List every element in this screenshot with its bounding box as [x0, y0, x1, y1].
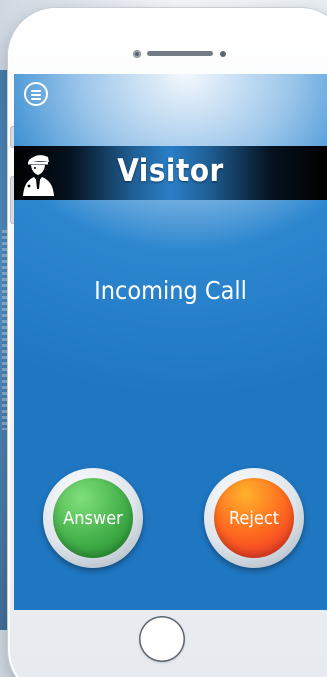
menu-line	[31, 98, 41, 100]
earpiece-speaker	[147, 51, 213, 56]
menu-line	[31, 90, 41, 92]
answer-button-label: Answer	[53, 478, 133, 558]
reject-button[interactable]: Reject	[204, 468, 304, 568]
home-button[interactable]	[139, 616, 185, 662]
visitor-header: Visitor	[14, 146, 327, 200]
app-scene: Visitor Incoming Call Answer Reject	[0, 0, 327, 677]
page-title: Visitor	[117, 153, 224, 189]
reject-button-label: Reject	[214, 478, 294, 558]
phone-top-sensors	[8, 46, 327, 62]
menu-icon[interactable]	[24, 82, 48, 106]
phone-screen: Visitor Incoming Call Answer Reject	[14, 74, 327, 610]
proximity-sensor	[220, 51, 226, 57]
call-status-text: Incoming Call	[94, 276, 247, 305]
front-camera	[133, 50, 141, 58]
answer-button[interactable]: Answer	[43, 468, 143, 568]
menu-line	[31, 94, 41, 96]
